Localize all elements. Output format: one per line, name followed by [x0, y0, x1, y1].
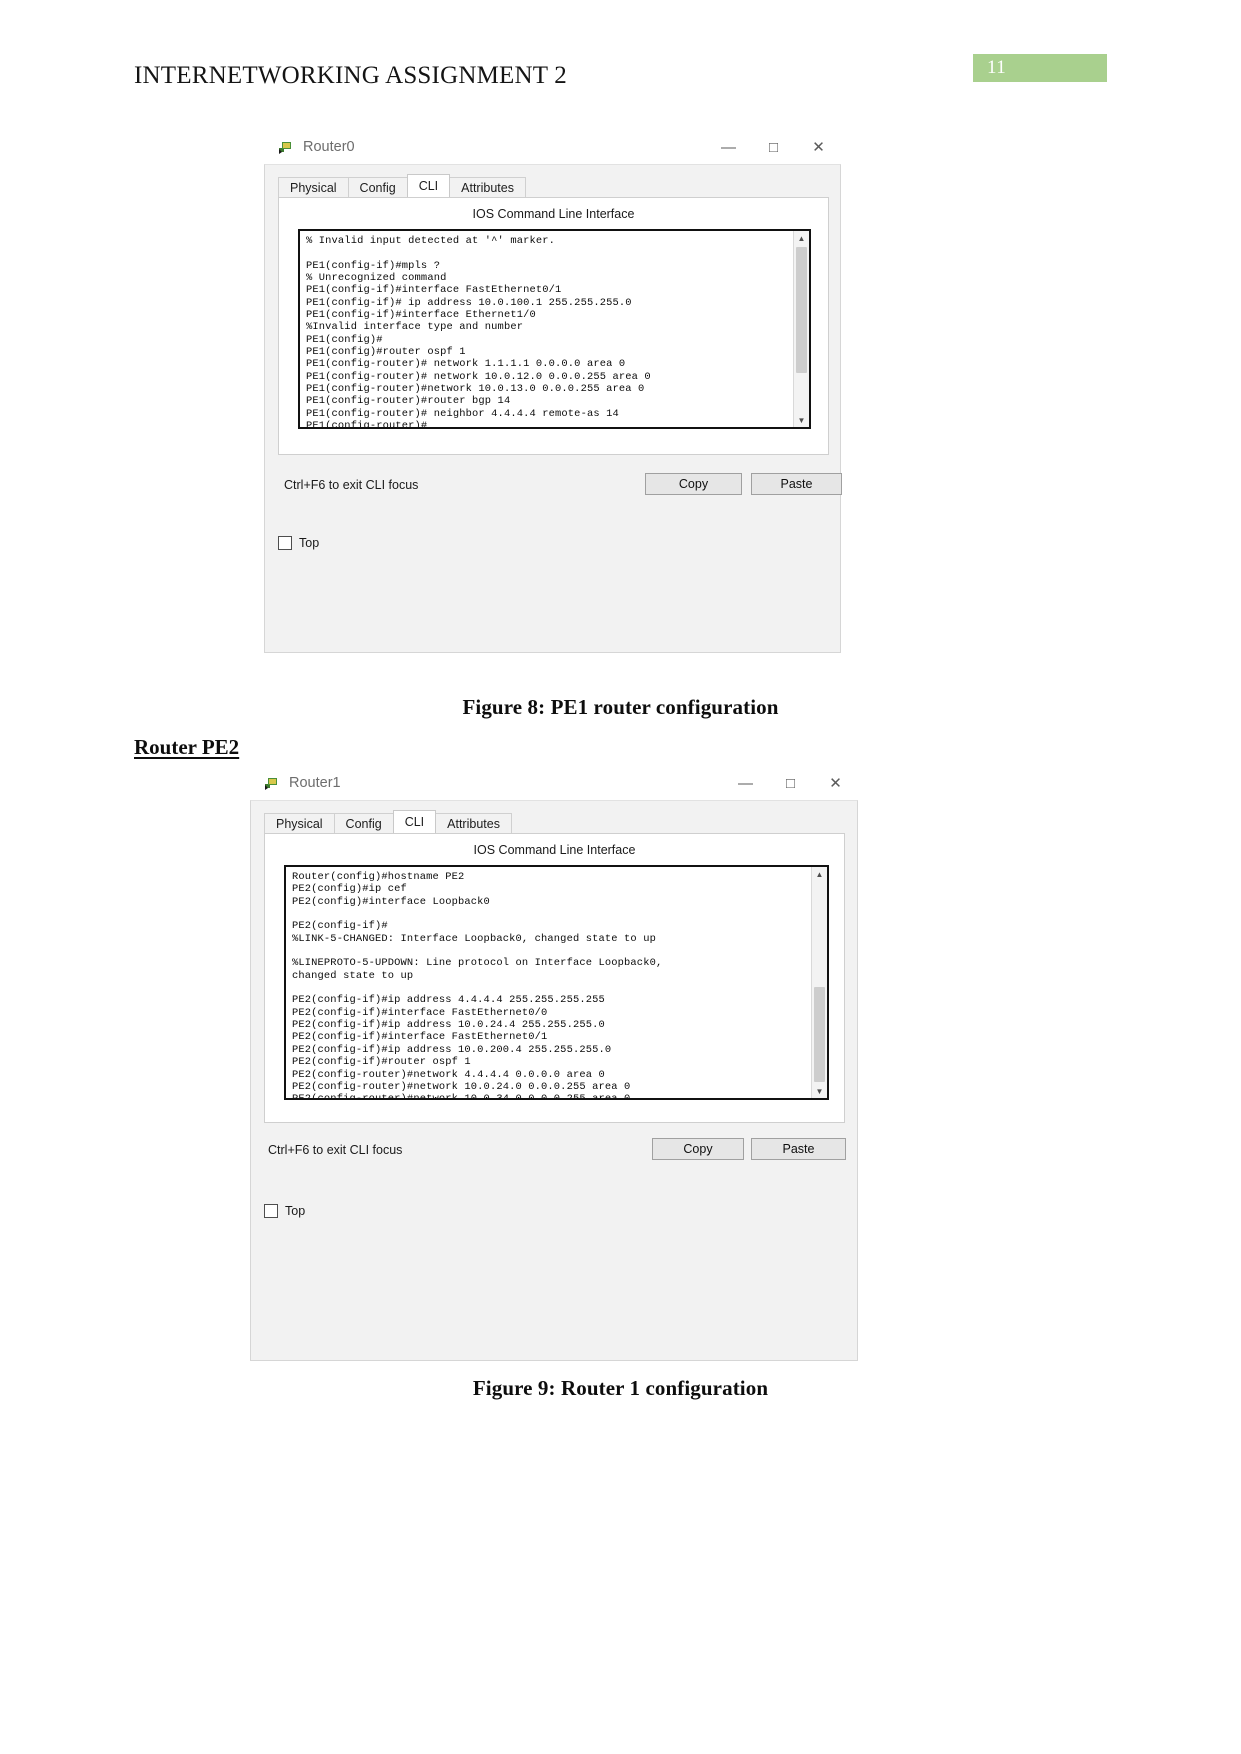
router0-window-controls: — □ ✕ — [706, 130, 841, 164]
router1-terminal[interactable]: Router(config)#hostname PE2 PE2(config)#… — [284, 865, 829, 1100]
router-device-icon — [263, 775, 280, 791]
top-checkbox[interactable] — [278, 536, 292, 550]
router-device-icon — [277, 139, 294, 155]
tab-cli[interactable]: CLI — [406, 174, 451, 197]
scroll-down-icon[interactable]: ▼ — [794, 413, 809, 427]
router1-window: Router1 — □ ✕ Physical Config CLI Attrib… — [250, 766, 858, 1361]
router0-tabs: Physical Config CLI Attributes — [278, 174, 526, 197]
router0-body: Physical Config CLI Attributes IOS Comma… — [264, 164, 842, 653]
router0-terminal-scrollbar[interactable]: ▲ ▼ — [793, 231, 809, 427]
router1-cli-panel: IOS Command Line Interface Router(config… — [264, 833, 845, 1123]
router0-terminal[interactable]: % Invalid input detected at '^' marker. … — [298, 229, 811, 429]
tab-physical[interactable]: Physical — [264, 813, 335, 833]
maximize-icon[interactable]: □ — [768, 766, 813, 800]
router1-copy-button[interactable]: Copy — [652, 1138, 744, 1160]
close-icon[interactable]: ✕ — [796, 130, 841, 164]
scroll-thumb[interactable] — [814, 987, 825, 1082]
top-checkbox-label: Top — [299, 536, 320, 550]
router1-cli-hint: Ctrl+F6 to exit CLI focus — [268, 1143, 403, 1157]
section-heading-router-pe2: Router PE2 — [134, 735, 240, 759]
router1-titlebar[interactable]: Router1 — □ ✕ — [250, 766, 858, 800]
tab-cli[interactable]: CLI — [392, 810, 437, 833]
router0-window: Router0 — □ ✕ Physical Config CLI Attrib… — [264, 130, 842, 653]
scroll-up-icon[interactable]: ▲ — [794, 231, 809, 245]
top-checkbox-label: Top — [285, 1204, 306, 1218]
document-header-title: INTERNETWORKING ASSIGNMENT 2 — [134, 62, 567, 89]
router0-title: Router0 — [303, 139, 355, 155]
router1-paste-button[interactable]: Paste — [751, 1138, 846, 1160]
maximize-icon[interactable]: □ — [751, 130, 796, 164]
router0-cli-panel: IOS Command Line Interface % Invalid inp… — [278, 197, 829, 455]
top-checkbox[interactable] — [264, 1204, 278, 1218]
tab-config[interactable]: Config — [333, 813, 394, 833]
router0-top-checkbox-row[interactable]: Top — [278, 536, 319, 550]
tab-attributes[interactable]: Attributes — [449, 177, 526, 197]
router0-cli-hint: Ctrl+F6 to exit CLI focus — [284, 478, 419, 492]
tab-config[interactable]: Config — [347, 177, 408, 197]
router0-copy-button[interactable]: Copy — [645, 473, 742, 495]
tab-physical[interactable]: Physical — [278, 177, 349, 197]
router1-terminal-scrollbar[interactable]: ▲ ▼ — [811, 867, 827, 1098]
router1-cli-heading: IOS Command Line Interface — [473, 843, 636, 857]
router1-title: Router1 — [289, 775, 341, 791]
page-number: 11 — [987, 57, 1007, 78]
scroll-down-icon[interactable]: ▼ — [812, 1084, 827, 1098]
router1-top-checkbox-row[interactable]: Top — [264, 1204, 305, 1218]
scroll-thumb[interactable] — [796, 247, 807, 373]
router1-terminal-text: Router(config)#hostname PE2 PE2(config)#… — [292, 871, 663, 1098]
close-icon[interactable]: ✕ — [813, 766, 858, 800]
figure-8-caption: Figure 8: PE1 router configuration — [462, 695, 779, 719]
router0-cli-heading: IOS Command Line Interface — [472, 207, 635, 221]
router0-titlebar[interactable]: Router0 — □ ✕ — [264, 130, 841, 164]
tab-attributes[interactable]: Attributes — [435, 813, 512, 833]
router0-paste-button[interactable]: Paste — [751, 473, 842, 495]
router1-tabs: Physical Config CLI Attributes — [264, 810, 512, 833]
router0-terminal-text: % Invalid input detected at '^' marker. … — [306, 235, 651, 427]
router1-body: Physical Config CLI Attributes IOS Comma… — [250, 800, 858, 1361]
figure-9-caption: Figure 9: Router 1 configuration — [472, 1376, 769, 1400]
minimize-icon[interactable]: — — [723, 766, 768, 800]
page-number-badge: 11 — [973, 54, 1107, 82]
minimize-icon[interactable]: — — [706, 130, 751, 164]
router1-window-controls: — □ ✕ — [723, 766, 858, 800]
scroll-up-icon[interactable]: ▲ — [812, 867, 827, 881]
